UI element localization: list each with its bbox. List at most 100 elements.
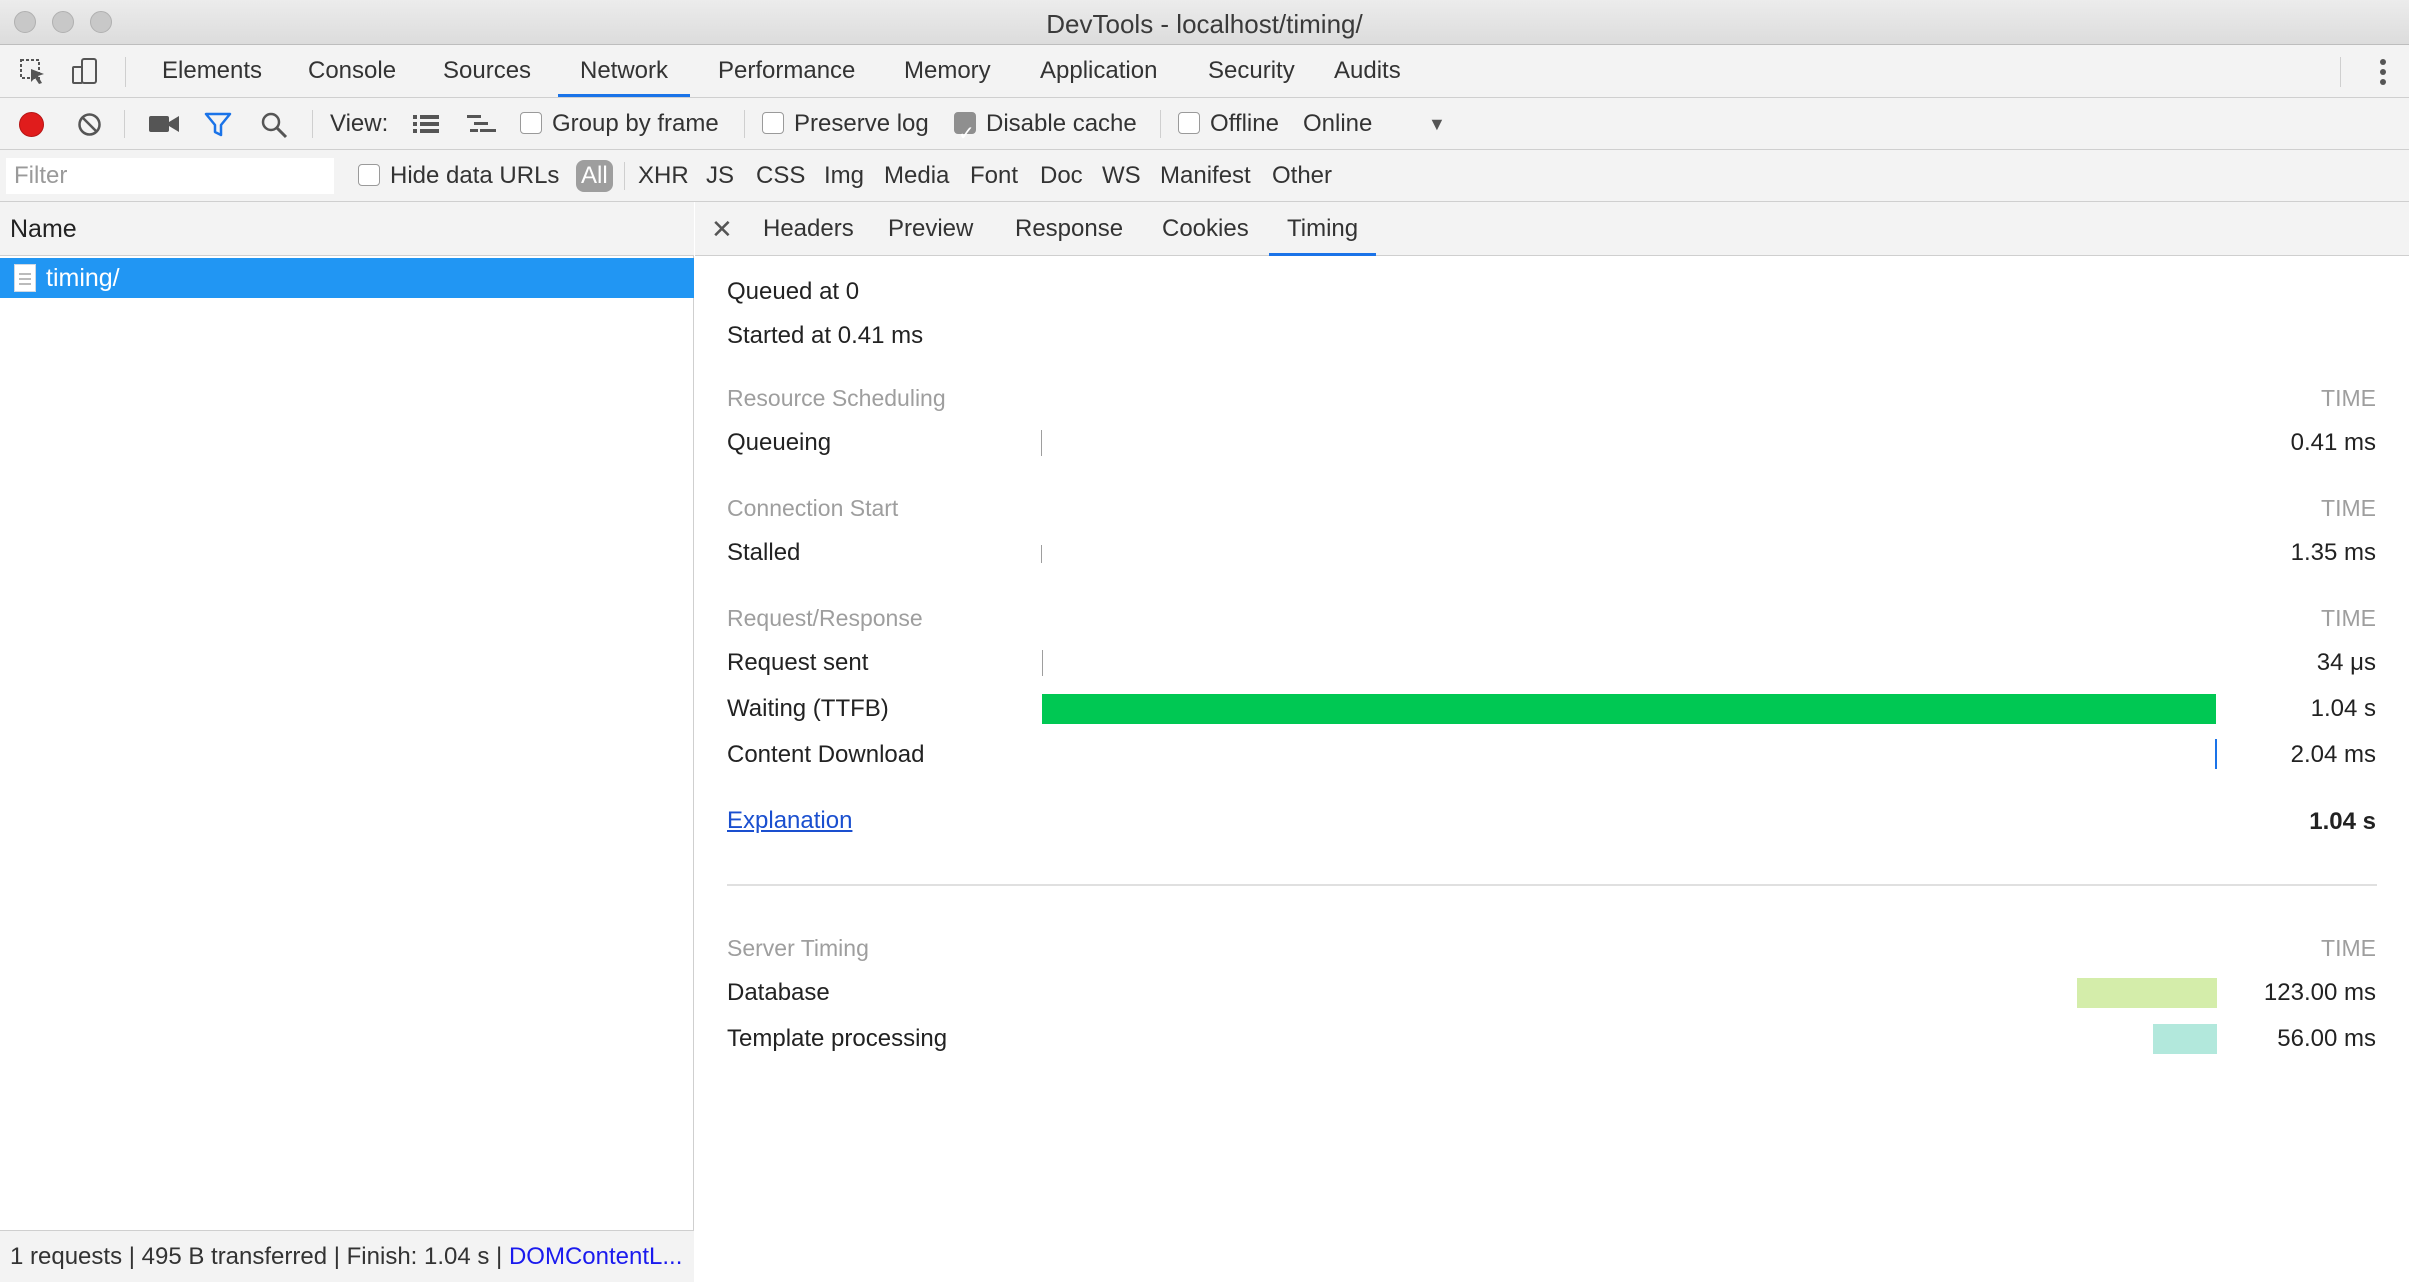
request-details-panel: ✕ Headers Preview Response Cookies Timin…: [695, 202, 2409, 1282]
type-filter-media[interactable]: Media: [880, 160, 953, 192]
tab-performance[interactable]: Performance: [696, 45, 877, 97]
tab-application[interactable]: Application: [1018, 45, 1179, 97]
filter-icon[interactable]: [204, 112, 232, 138]
tab-preview[interactable]: Preview: [870, 202, 991, 256]
ttfb-label: Waiting (TTFB): [727, 695, 889, 722]
time-column-header: TIME: [2321, 935, 2376, 961]
group-by-frame-option[interactable]: Group by frame: [520, 98, 719, 150]
toolbar-divider: [2340, 57, 2341, 87]
server-timing-template-value: 56.00 ms: [2277, 1025, 2376, 1052]
disable-cache-checkbox[interactable]: [954, 108, 976, 160]
device-toolbar-icon[interactable]: [70, 57, 100, 87]
window-title: DevTools - localhost/timing/: [1046, 9, 1363, 39]
offline-option[interactable]: Offline: [1178, 98, 1279, 150]
section-server-timing: Server Timing: [727, 935, 869, 961]
server-timing-template-bar: [2153, 1024, 2217, 1054]
toolbar-divider: [125, 57, 126, 87]
network-status-bar: 1 requests | 495 B transferred | Finish:…: [0, 1230, 694, 1282]
close-icon[interactable]: ✕: [711, 202, 733, 256]
server-timing-database-label: Database: [727, 979, 830, 1006]
overview-waterfall-icon[interactable]: [466, 113, 498, 135]
window-titlebar: DevTools - localhost/timing/: [0, 0, 2409, 45]
tab-cookies[interactable]: Cookies: [1144, 202, 1267, 256]
tab-response[interactable]: Response: [997, 202, 1141, 256]
type-filter-img[interactable]: Img: [820, 160, 868, 192]
toolbar-divider: [1160, 110, 1161, 138]
filter-bar: Hide data URLs All XHR JS CSS Img Media …: [0, 150, 2409, 202]
type-filter-manifest[interactable]: Manifest: [1156, 160, 1255, 192]
offline-checkbox[interactable]: [1178, 111, 1200, 134]
main-tab-bar: Elements Console Sources Network Perform…: [0, 45, 2409, 98]
name-column-header[interactable]: Name: [0, 202, 694, 256]
time-column-header: TIME: [2321, 605, 2376, 631]
type-filter-doc[interactable]: Doc: [1036, 160, 1087, 192]
explanation-link[interactable]: Explanation: [727, 807, 852, 835]
type-filter-font[interactable]: Font: [966, 160, 1022, 192]
server-timing-database-bar: [2077, 978, 2217, 1008]
filter-input[interactable]: [6, 158, 334, 194]
disable-cache-option[interactable]: Disable cache: [954, 98, 1137, 160]
ttfb-value: 1.04 s: [2310, 695, 2376, 722]
throttling-select[interactable]: Online ▼: [1303, 98, 1453, 150]
preserve-log-checkbox[interactable]: [762, 111, 784, 134]
type-filter-all[interactable]: All: [576, 160, 613, 192]
toolbar-divider: [624, 162, 625, 190]
type-filter-css[interactable]: CSS: [752, 160, 809, 192]
dom-content-loaded-link[interactable]: DOMContentL...: [509, 1243, 682, 1270]
tab-elements[interactable]: Elements: [140, 45, 284, 97]
queueing-value: 0.41 ms: [2290, 429, 2376, 456]
status-summary: 1 requests | 495 B transferred | Finish:…: [10, 1243, 509, 1270]
preserve-log-option[interactable]: Preserve log: [762, 98, 929, 150]
tab-memory[interactable]: Memory: [882, 45, 1013, 97]
tab-audits[interactable]: Audits: [1312, 45, 1423, 97]
tab-timing[interactable]: Timing: [1269, 202, 1377, 256]
toolbar-divider: [312, 110, 313, 138]
hide-data-urls-option[interactable]: Hide data URLs: [358, 150, 559, 202]
request-list-panel: Name timing/ 1 requests | 495 B transfer…: [0, 202, 694, 1282]
server-timing-template-label: Template processing: [727, 1025, 948, 1052]
section-resource-scheduling: Resource Scheduling: [727, 385, 946, 411]
time-column-header: TIME: [2321, 495, 2376, 521]
tab-sources[interactable]: Sources: [421, 45, 553, 97]
queueing-label: Queueing: [727, 429, 832, 456]
request-sent-value: 34 μs: [2316, 649, 2376, 676]
stalled-label: Stalled: [727, 539, 801, 566]
search-icon[interactable]: [260, 111, 288, 139]
clear-icon[interactable]: [76, 111, 103, 138]
type-filter-xhr[interactable]: XHR: [634, 160, 693, 192]
type-filter-other[interactable]: Other: [1268, 160, 1336, 192]
started-at-text: Started at 0.41 ms: [727, 322, 924, 349]
more-options-icon[interactable]: [2379, 59, 2387, 85]
section-connection-start: Connection Start: [727, 495, 899, 521]
inspect-element-icon[interactable]: [18, 57, 48, 87]
request-sent-bar: [1042, 650, 1043, 676]
queued-at-text: Queued at 0: [727, 278, 860, 305]
toolbar-divider: [744, 110, 745, 138]
tab-console[interactable]: Console: [286, 45, 418, 97]
detail-tab-bar: ✕ Headers Preview Response Cookies Timin…: [695, 202, 2409, 256]
request-sent-label: Request sent: [727, 649, 869, 676]
document-icon: [14, 264, 36, 292]
ttfb-bar: [1042, 694, 2216, 724]
section-request-response: Request/Response: [727, 605, 923, 631]
tab-network[interactable]: Network: [558, 45, 691, 97]
time-column-header: TIME: [2321, 385, 2376, 411]
content-download-value: 2.04 ms: [2290, 741, 2376, 768]
toolbar-divider: [124, 110, 125, 138]
stalled-value: 1.35 ms: [2290, 539, 2376, 566]
type-filter-ws[interactable]: WS: [1098, 160, 1145, 192]
record-icon[interactable]: [18, 111, 45, 138]
request-name: timing/: [46, 264, 120, 292]
type-filter-js[interactable]: JS: [702, 160, 738, 192]
hide-data-urls-checkbox[interactable]: [358, 163, 380, 186]
screenshot-camera-icon[interactable]: [148, 114, 180, 134]
section-divider: [727, 884, 2377, 886]
content-download-label: Content Download: [727, 741, 925, 768]
total-time-value: 1.04 s: [2309, 808, 2376, 835]
group-by-frame-checkbox[interactable]: [520, 111, 542, 134]
request-row[interactable]: timing/: [0, 258, 694, 298]
tab-headers[interactable]: Headers: [745, 202, 872, 256]
large-rows-icon[interactable]: [412, 113, 440, 135]
tab-security[interactable]: Security: [1186, 45, 1317, 97]
server-timing-database-value: 123.00 ms: [2263, 979, 2376, 1006]
